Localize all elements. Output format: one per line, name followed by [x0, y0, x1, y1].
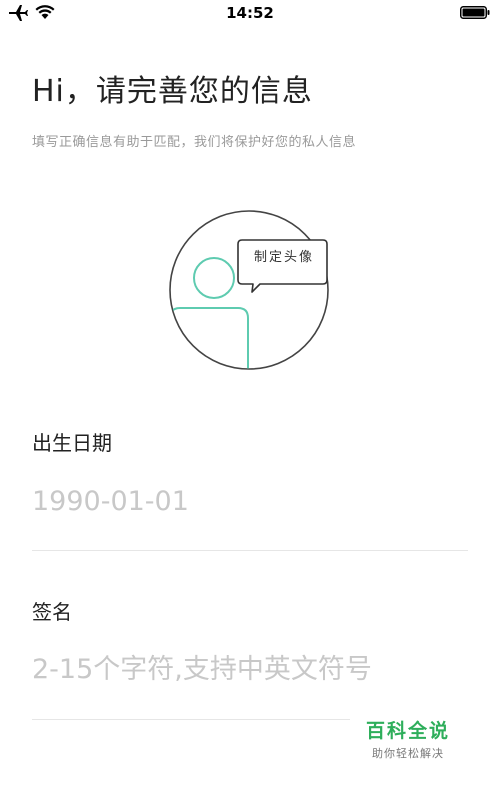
avatar-picker[interactable]: 制定头像: [168, 208, 338, 374]
page-title: Hi，请完善您的信息: [32, 74, 313, 109]
status-bar: 14:52: [0, 0, 500, 30]
avatar-placeholder-icon: [169, 210, 329, 370]
battery-icon: [460, 6, 490, 19]
signature-divider: [32, 719, 350, 720]
birthdate-input[interactable]: [32, 481, 468, 521]
birthdate-label: 出生日期: [32, 431, 112, 455]
status-time: 14:52: [226, 4, 274, 22]
signature-label: 签名: [32, 600, 72, 624]
avatar-bubble-text: 制定头像: [253, 250, 314, 265]
signature-input[interactable]: [32, 649, 468, 689]
watermark-subtitle: 助你轻松解决: [372, 747, 444, 760]
birthdate-divider: [32, 550, 468, 551]
page-subtitle: 填写正确信息有助于匹配，我们将保护好您的私人信息: [32, 135, 357, 150]
watermark-title: 百科全说: [366, 720, 451, 742]
